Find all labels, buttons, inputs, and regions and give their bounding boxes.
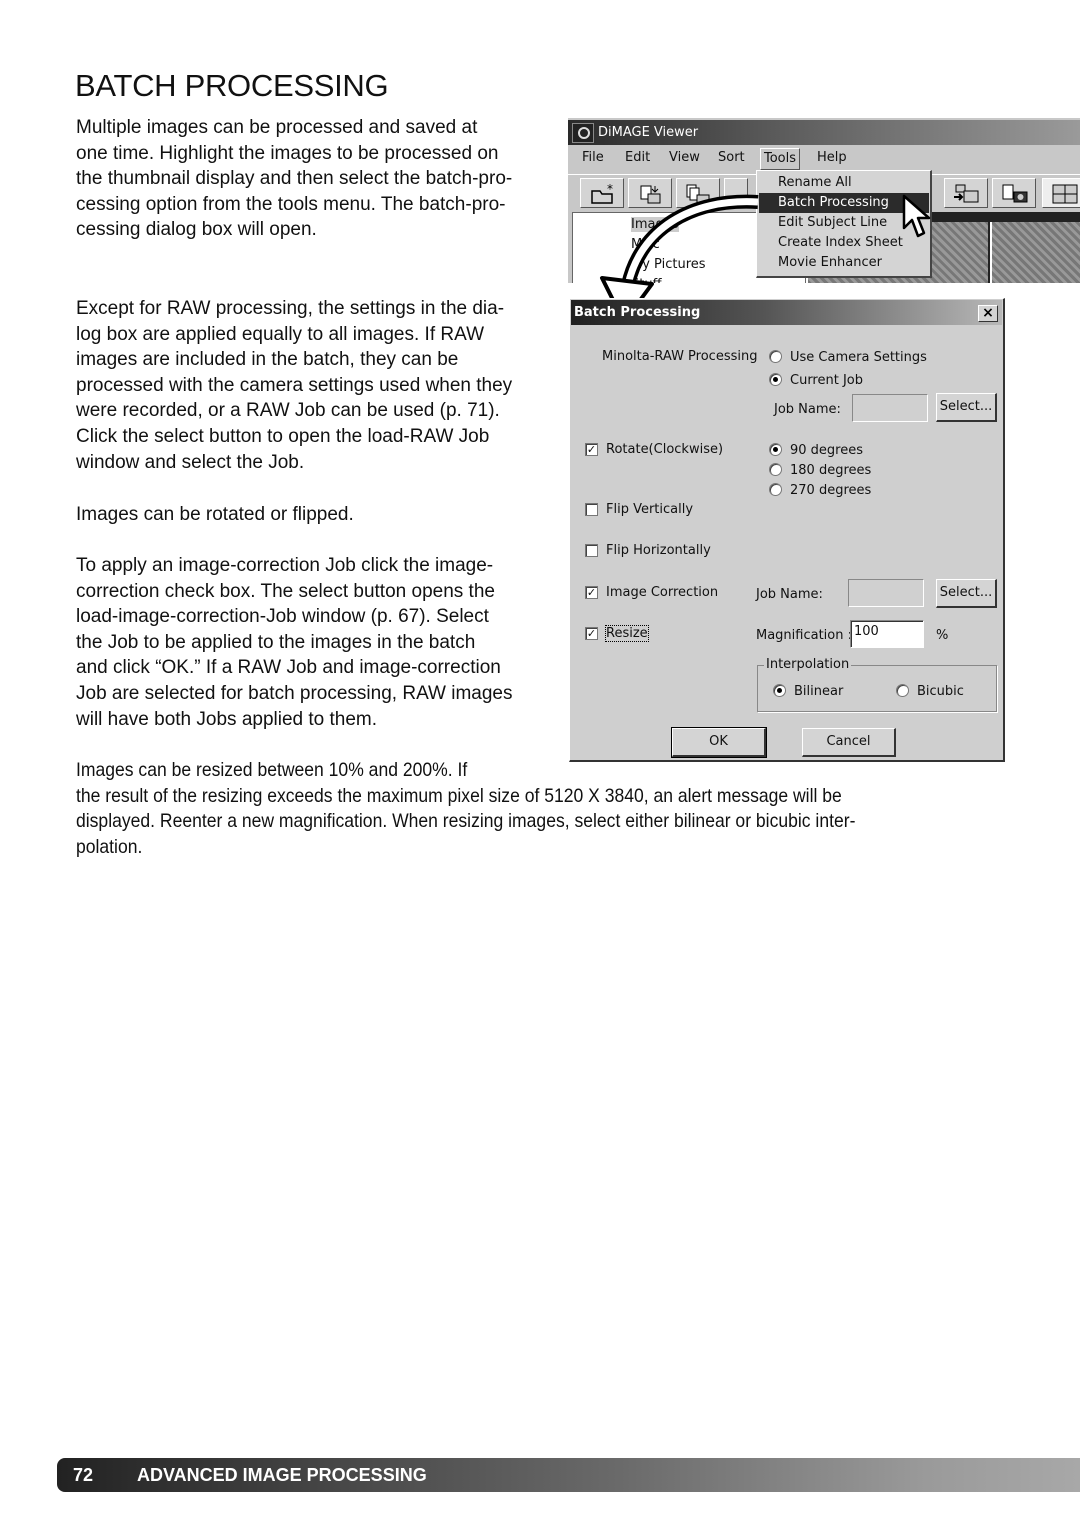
ok-button[interactable]: OK xyxy=(671,727,767,758)
menu-file[interactable]: File xyxy=(582,146,604,170)
mouse-cursor-icon xyxy=(902,194,931,238)
flip-horizontally-label: Flip Horizontally xyxy=(606,543,711,558)
page-footer: 72 ADVANCED IMAGE PROCESSING xyxy=(57,1458,1080,1492)
resize-paragraph: Images can be resized between 10% and 20… xyxy=(76,759,856,858)
270-degrees-label: 270 degrees xyxy=(790,483,872,498)
menubar: File Edit View Sort Tools Help xyxy=(568,146,1080,170)
raw-job-name-field[interactable] xyxy=(852,394,928,422)
section-title: ADVANCED IMAGE PROCESSING xyxy=(137,1465,427,1485)
correction-select-button[interactable]: Select... xyxy=(936,579,997,608)
raw-select-button[interactable]: Select... xyxy=(936,393,997,422)
use-camera-settings-label: Use Camera Settings xyxy=(790,350,927,365)
bicubic-label: Bicubic xyxy=(917,684,964,699)
dialog-title: Batch Processing xyxy=(574,305,701,320)
rotate-label: Rotate(Clockwise) xyxy=(606,442,724,457)
radio-bilinear[interactable] xyxy=(773,684,786,697)
viewer-titlebar: DiMAGE Viewer xyxy=(568,120,1080,145)
batch-processing-dialog: Batch Processing × Minolta-RAW Processin… xyxy=(569,298,1005,762)
slideshow-icon xyxy=(954,184,979,203)
resize-checkbox[interactable]: ✓ xyxy=(585,627,598,640)
index-sheet-button[interactable] xyxy=(992,178,1036,208)
resize-label: Resize xyxy=(605,625,649,642)
thumbnail[interactable] xyxy=(990,222,1080,283)
menu-tools[interactable]: Tools xyxy=(760,148,801,170)
grid-icon xyxy=(1052,184,1078,204)
magnification-label: Magnification : xyxy=(756,628,853,643)
slideshow-button[interactable] xyxy=(944,178,988,208)
flip-vertically-checkbox[interactable] xyxy=(585,503,598,516)
interpolation-label: Interpolation xyxy=(764,657,852,673)
menu-help[interactable]: Help xyxy=(817,146,847,170)
intro-paragraph: Multiple images can be processed and sav… xyxy=(76,117,513,241)
cancel-button[interactable]: Cancel xyxy=(802,728,896,757)
magnification-input[interactable]: 100 xyxy=(850,620,924,648)
radio-270-degrees[interactable] xyxy=(769,483,782,496)
radio-current-job[interactable] xyxy=(769,373,782,386)
page-number: 72 xyxy=(73,1465,94,1485)
menu-item-rename-all[interactable]: Rename All xyxy=(759,173,929,193)
camera-icon xyxy=(1002,184,1028,203)
image-correction-checkbox[interactable]: ✓ xyxy=(585,586,598,599)
90-degrees-label: 90 degrees xyxy=(790,443,864,458)
page-title: BATCH PROCESSING xyxy=(75,68,389,103)
menu-item-movie-enhancer[interactable]: Movie Enhancer xyxy=(759,253,929,273)
rotate-checkbox[interactable]: ✓ xyxy=(585,443,598,456)
correction-paragraph: To apply an image-correction Job click t… xyxy=(76,555,513,730)
correction-job-name-field[interactable] xyxy=(848,579,924,607)
radio-bicubic[interactable] xyxy=(896,684,909,697)
percent-unit: % xyxy=(936,628,949,643)
radio-use-camera-settings[interactable] xyxy=(769,350,782,363)
radio-180-degrees[interactable] xyxy=(769,463,782,476)
raw-paragraph: Except for RAW processing, the settings … xyxy=(76,298,513,473)
bilinear-label: Bilinear xyxy=(794,684,844,699)
raw-processing-label: Minolta-RAW Processing xyxy=(602,349,758,364)
close-icon: × xyxy=(982,305,994,321)
raw-job-name-label: Job Name: xyxy=(774,402,841,417)
menu-view[interactable]: View xyxy=(669,146,700,170)
current-job-label: Current Job xyxy=(790,373,863,388)
interpolation-group: Interpolation Bilinear Bicubic xyxy=(757,657,997,712)
180-degrees-label: 180 degrees xyxy=(790,463,872,478)
app-icon xyxy=(572,123,594,143)
thumbnail-view-button[interactable] xyxy=(1042,178,1080,208)
dialog-titlebar: Batch Processing × xyxy=(571,300,1002,325)
flip-horizontally-checkbox[interactable] xyxy=(585,544,598,557)
menu-sort[interactable]: Sort xyxy=(718,146,745,170)
image-correction-label: Image Correction xyxy=(606,585,719,600)
correction-job-name-label: Job Name: xyxy=(756,587,823,602)
radio-90-degrees[interactable] xyxy=(769,443,782,456)
viewer-title: DiMAGE Viewer xyxy=(598,125,699,140)
flip-vertically-label: Flip Vertically xyxy=(606,502,694,517)
rotate-paragraph: Images can be rotated or flipped. xyxy=(76,504,354,525)
close-button[interactable]: × xyxy=(978,305,998,322)
menu-edit[interactable]: Edit xyxy=(625,146,650,170)
